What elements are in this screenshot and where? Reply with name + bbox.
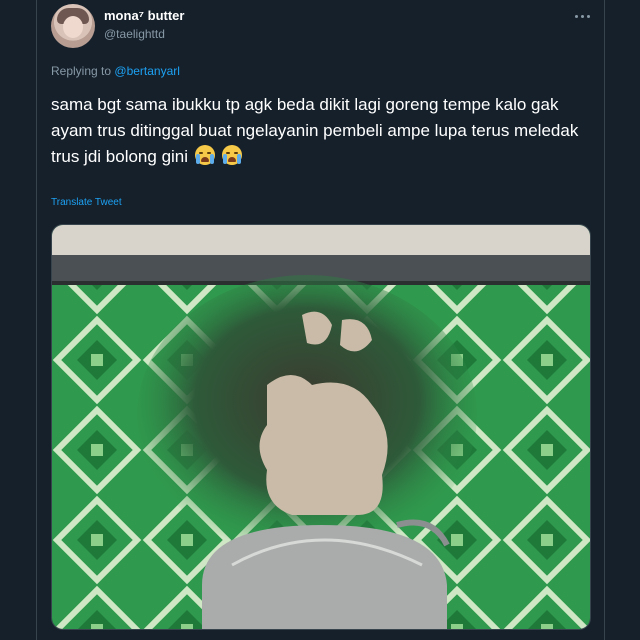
author-handle[interactable]: @taelighttd — [104, 27, 165, 41]
tweet-body: sama bgt sama ibukku tp agk beda dikit l… — [51, 95, 579, 166]
crying-face-icon — [221, 145, 242, 165]
crying-face-icon — [194, 145, 215, 165]
translate-tweet-link[interactable]: Translate Tweet — [51, 197, 122, 208]
reply-mention-link[interactable]: @bertanyarl — [114, 64, 180, 78]
tweet-photo[interactable] — [51, 224, 591, 630]
replying-to-label: Replying to — [51, 64, 112, 78]
right-sidebar — [604, 0, 640, 640]
photo-burnt-tablecloth — [52, 225, 590, 629]
author-name[interactable]: mona⁷ butter — [104, 8, 184, 23]
replying-to: Replying to @bertanyarl — [51, 64, 180, 78]
left-sidebar — [0, 0, 37, 640]
tweet-card: mona⁷ butter @taelighttd Replying to @be… — [37, 0, 603, 640]
avatar[interactable] — [51, 4, 95, 48]
tweet-text: sama bgt sama ibukku tp agk beda dikit l… — [51, 92, 591, 170]
more-options-icon[interactable] — [573, 8, 593, 24]
avatar-face — [63, 16, 83, 38]
